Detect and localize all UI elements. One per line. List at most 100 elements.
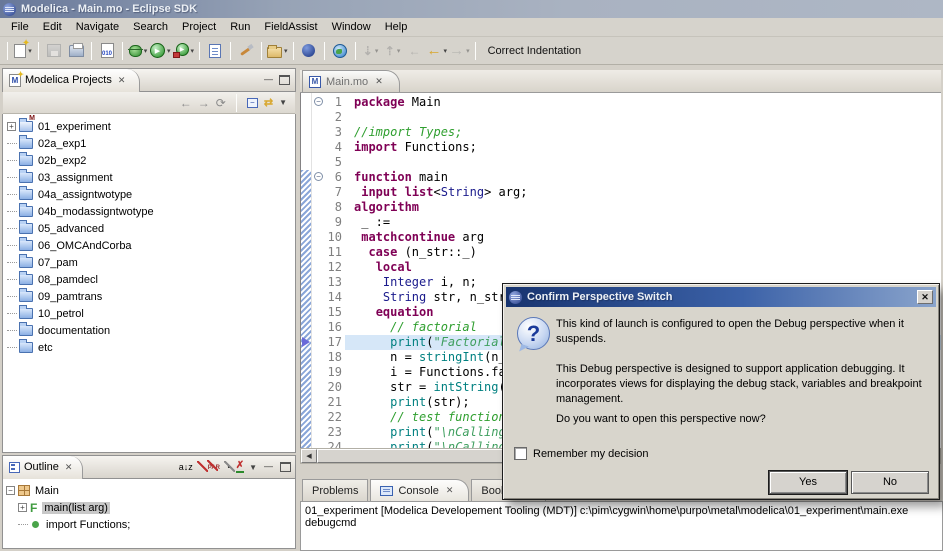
print-button[interactable] [66,40,86,62]
project-item-documentation[interactable]: documentation [3,322,295,339]
code-line-1[interactable]: package Main [345,95,941,110]
back-icon[interactable]: ← [180,97,192,109]
fold-collapse-icon[interactable]: − [314,172,323,181]
menu-search[interactable]: Search [126,19,175,35]
back-button[interactable]: ←▾ [427,40,448,62]
menu-window[interactable]: Window [325,19,378,35]
code-line-2[interactable] [345,110,941,125]
project-item-07_pam[interactable]: 07_pam [3,254,295,271]
debug-button[interactable]: ▾ [128,40,148,62]
scroll-left-icon[interactable]: ◀ [301,449,317,463]
modelica-projects-icon: M [9,74,21,87]
project-item-06_OMCAndCorba[interactable]: 06_OMCAndCorba [3,237,295,254]
code-line-12[interactable]: local [345,260,941,275]
navigate-sphere-button[interactable] [299,40,319,62]
tab-main-mo[interactable]: M Main.mo ✕ [302,70,400,92]
code-line-8[interactable]: algorithm [345,200,941,215]
refresh-icon[interactable]: ⟳ [216,97,226,109]
line-number: 1 [325,95,342,110]
menu-fieldassist[interactable]: FieldAssist [257,19,324,35]
close-icon[interactable]: ✕ [446,485,454,496]
previous-annotation-button[interactable]: ⇡▾ [383,40,403,62]
paintbrush-button[interactable] [236,40,256,62]
hide-imports-icon[interactable]: ✗ [236,461,244,473]
tab-problems[interactable]: Problems [302,479,368,501]
open-folder-button[interactable]: ▾ [267,40,288,62]
hide-parameters-icon[interactable]: PAR [208,461,220,473]
expander-icon[interactable]: + [18,503,27,512]
outline-item[interactable]: +Fmain(list arg) [3,499,295,516]
maximize-icon[interactable] [280,462,291,472]
forward-button[interactable]: →▾ [449,40,470,62]
close-icon[interactable]: ✕ [118,75,126,86]
last-edit-location-button[interactable]: ← [405,40,425,62]
code-line-7[interactable]: input list<String> arg; [345,185,941,200]
menu-help[interactable]: Help [378,19,415,35]
minimize-icon[interactable]: — [262,75,275,86]
tab-outline[interactable]: Outline ✕ [3,456,83,479]
project-item-10_petrol[interactable]: 10_petrol [3,305,295,322]
code-line-3[interactable]: //import Types; [345,125,941,140]
hide-fields-icon[interactable] [198,462,203,472]
hide-protected-icon[interactable]: • [225,462,231,472]
new-wizard-button[interactable]: ▾ [13,40,33,62]
project-item-02a_exp1[interactable]: 02a_exp1 [3,135,295,152]
project-item-01_experiment[interactable]: +01_experiment [3,118,295,135]
close-icon[interactable]: ✕ [375,76,383,87]
show-console-button[interactable] [205,40,225,62]
run-button[interactable]: ▶▾ [150,40,171,62]
forward-icon[interactable]: → [198,97,210,109]
binary-file-button[interactable]: 010 [97,40,117,62]
sort-alphabetically-icon[interactable]: a↓z [179,462,193,472]
tab-modelica-projects[interactable]: M Modelica Projects ✕ [3,69,140,92]
view-menu-icon[interactable]: ▼ [279,98,287,107]
menu-project[interactable]: Project [175,19,223,35]
dialog-close-icon[interactable]: ✕ [917,290,933,304]
code-line-9[interactable]: _ := [345,215,941,230]
menu-file[interactable]: File [4,19,36,35]
outline-item[interactable]: −Main [3,482,295,499]
tab-console[interactable]: Console✕ [370,479,469,501]
modelica-file-icon: M [309,76,321,88]
link-with-editor-icon[interactable]: ⇄ [264,96,273,109]
outline-item[interactable]: import Functions; [3,516,295,533]
project-item-05_advanced[interactable]: 05_advanced [3,220,295,237]
project-item-04b_modassigntwotype[interactable]: 04b_modassigntwotype [3,203,295,220]
question-icon: ? [517,317,550,350]
expander-icon[interactable]: − [6,486,15,495]
next-annotation-button[interactable]: ⇣▾ [361,40,381,62]
correct-indentation-button[interactable]: Correct Indentation [488,45,582,57]
fold-collapse-icon[interactable]: − [314,97,323,106]
code-line-6[interactable]: function main [345,170,941,185]
view-menu-icon[interactable]: ▼ [249,463,257,472]
code-line-11[interactable]: case (n_str::_) [345,245,941,260]
outline-tree: −Main+Fmain(list arg)import Functions; [3,479,295,533]
project-item-03_assignment[interactable]: 03_assignment [3,169,295,186]
menu-navigate[interactable]: Navigate [69,19,126,35]
menu-run[interactable]: Run [223,19,257,35]
web-browser-button[interactable] [330,40,350,62]
outline-title: Outline [24,461,59,473]
maximize-icon[interactable] [279,75,290,85]
collapse-all-icon[interactable]: − [247,98,258,108]
dialog-title-bar[interactable]: Confirm Perspective Switch ✕ [506,287,936,307]
yes-button[interactable]: Yes [769,471,847,494]
console-output[interactable]: 01_experiment [Modelica Developement Too… [300,501,943,551]
project-item-09_pamtrans[interactable]: 09_pamtrans [3,288,295,305]
close-icon[interactable]: ✕ [65,462,73,473]
menu-edit[interactable]: Edit [36,19,69,35]
code-line-5[interactable] [345,155,941,170]
run-external-button[interactable]: ▶▾ [173,40,195,62]
save-button[interactable] [44,40,64,62]
project-item-04a_assigntwotype[interactable]: 04a_assigntwotype [3,186,295,203]
no-button[interactable]: No [851,471,929,494]
project-item-08_pamdecl[interactable]: 08_pamdecl [3,271,295,288]
minimize-icon[interactable]: — [262,462,275,473]
code-line-10[interactable]: matchcontinue arg [345,230,941,245]
project-item-02b_exp2[interactable]: 02b_exp2 [3,152,295,169]
expander-icon[interactable]: + [7,122,16,131]
project-item-etc[interactable]: etc [3,339,295,356]
project-label: 02b_exp2 [38,155,86,167]
remember-decision-checkbox[interactable] [514,447,527,460]
code-line-4[interactable]: import Functions; [345,140,941,155]
